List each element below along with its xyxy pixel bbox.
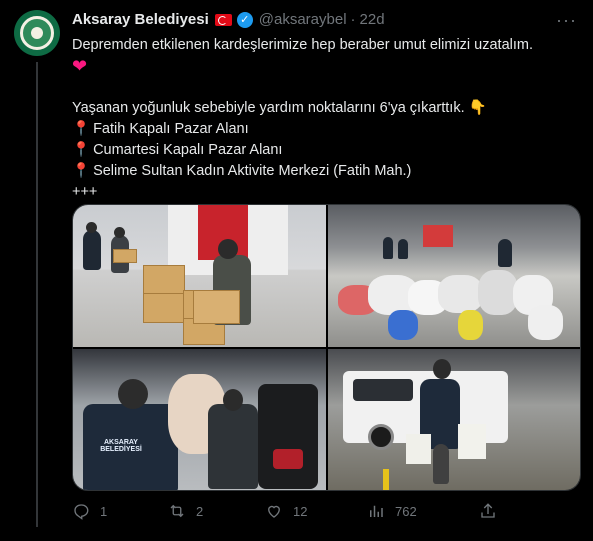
- tweet-time[interactable]: 22d: [360, 11, 385, 28]
- like-button[interactable]: 12: [265, 502, 307, 520]
- list-item-text: Selime Sultan Kadın Aktivite Merkezi (Fa…: [93, 163, 412, 179]
- like-count: 12: [293, 503, 308, 519]
- views-count: 762: [395, 503, 417, 519]
- tweet-text: Depremden etkilenen kardeşlerimize hep b…: [72, 35, 572, 203]
- more-options-icon[interactable]: ···: [556, 10, 577, 31]
- list-item-text: Cumartesi Kapalı Pazar Alanı: [93, 142, 283, 158]
- photo-boxes[interactable]: [73, 205, 326, 347]
- vest-logo-text: AKSARAY BELEDİYESİ: [100, 438, 142, 453]
- tweet-header: Aksaray Belediyesi ✓ @aksaraybel · 22d: [72, 11, 385, 28]
- share-button[interactable]: [479, 502, 497, 520]
- photo-donation-pile[interactable]: [327, 205, 580, 347]
- retweet-button[interactable]: 2: [168, 502, 203, 520]
- pin-icon: 📍: [72, 121, 91, 137]
- verified-badge-icon: ✓: [236, 11, 253, 28]
- list-item: 📍 Fatih Kapalı Pazar Alanı: [72, 119, 572, 140]
- author-name[interactable]: Aksaray Belediyesi: [72, 11, 209, 28]
- photo-loading-car[interactable]: AKSARAY BELEDİYESİ: [73, 348, 326, 490]
- list-item: 📍 Cumartesi Kapalı Pazar Alanı: [72, 140, 572, 161]
- media-grid: AKSARAY BELEDİYESİ: [72, 204, 581, 491]
- tweet-actions: 1 2 12 762: [72, 502, 512, 522]
- reply-button[interactable]: 1: [72, 502, 107, 520]
- turkey-flag-icon: [214, 13, 232, 26]
- retweet-icon: [168, 502, 186, 520]
- list-item-text: Fatih Kapalı Pazar Alanı: [93, 121, 249, 137]
- retweet-count: 2: [196, 503, 204, 519]
- author-handle[interactable]: @aksaraybel: [259, 11, 347, 28]
- heart-icon: [265, 502, 283, 520]
- reply-icon: [72, 502, 90, 520]
- avatar-logo-icon: [20, 16, 54, 50]
- photo-van-bags[interactable]: [327, 348, 580, 490]
- thread-line: [36, 62, 38, 527]
- list-item: 📍 Selime Sultan Kadın Aktivite Merkezi (F…: [72, 161, 572, 182]
- text-line: +++: [72, 184, 98, 200]
- views-icon: [367, 502, 385, 520]
- text-line: Yaşanan yoğunluk sebebiyle yardım noktal…: [72, 100, 487, 116]
- views-button[interactable]: 762: [367, 502, 417, 520]
- reply-count: 1: [100, 503, 108, 519]
- pin-icon: 📍: [72, 163, 91, 179]
- avatar[interactable]: [14, 10, 60, 56]
- tweet[interactable]: Aksaray Belediyesi ✓ @aksaraybel · 22d ·…: [0, 0, 593, 541]
- separator-dot: ·: [350, 11, 356, 28]
- share-icon: [479, 502, 497, 520]
- pin-icon: 📍: [72, 142, 91, 158]
- text-line: Depremden etkilenen kardeşlerimize hep b…: [72, 37, 533, 53]
- heart-emoji-icon: ❤: [72, 56, 88, 76]
